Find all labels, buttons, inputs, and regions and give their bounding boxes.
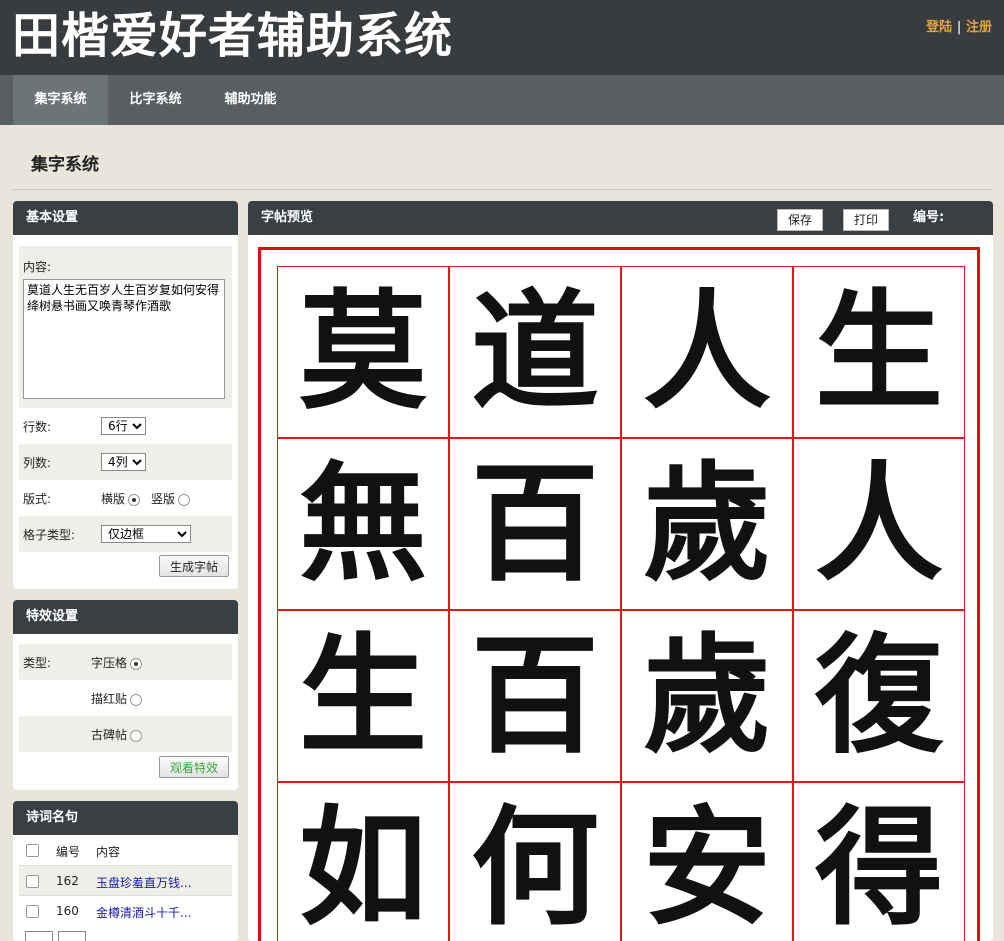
character-cell: 莫 (277, 266, 449, 438)
site-title: 田楷爱好者辅助系统 (12, 8, 454, 64)
effect-option-label: 描红贴 (91, 692, 128, 706)
main-nav: 集字系统 比字系统 辅助功能 (0, 75, 1004, 125)
effect-radio[interactable] (130, 693, 143, 706)
row-id: 162 (56, 874, 79, 888)
cols-row: 列数: 4列 (19, 444, 232, 480)
rows-label: 行数: (23, 420, 52, 434)
preview-header: 字帖预览 保存 打印 编号: (248, 201, 993, 235)
effect-radio[interactable] (130, 729, 143, 742)
layout-horizontal-radio[interactable] (128, 493, 141, 506)
layout-vertical-radio[interactable] (178, 493, 191, 506)
effect-option-trace[interactable]: 描红贴 (91, 690, 143, 707)
divider (13, 189, 993, 190)
effects-panel: 特效设置 类型: 字压格 描红贴 古碑帖 观看特效 (13, 600, 238, 790)
table-row: 160 金樽清酒斗十千... (19, 895, 232, 926)
content-textarea[interactable]: 莫道人生无百岁人生百岁复如何安得绛树悬书画又唤青琴作酒歌 (23, 279, 225, 399)
nav-item-compare[interactable]: 比字系统 (108, 75, 203, 125)
select-all-checkbox[interactable] (26, 844, 39, 857)
layout-row: 版式: 横版 竖版 (19, 480, 232, 516)
row-checkbox[interactable] (26, 905, 39, 918)
preview-panel: 字帖预览 保存 打印 编号: 莫道人生無百歲人生百歲復如何安得 (248, 201, 993, 941)
layout-horizontal-label: 横版 (101, 492, 126, 506)
pager-button[interactable] (58, 931, 86, 941)
character-cell: 歲 (621, 610, 793, 782)
panel-title: 基本设置 (13, 201, 238, 235)
rows-select[interactable]: 6行 (101, 417, 146, 435)
effect-option-label: 古碑帖 (91, 728, 128, 742)
grid-type-label: 格子类型: (23, 528, 76, 542)
layout-label: 版式: (23, 492, 52, 506)
character-cell: 歲 (621, 438, 793, 610)
auth-separator: | (956, 20, 962, 35)
save-button[interactable]: 保存 (777, 209, 823, 231)
view-effect-button[interactable]: 观看特效 (159, 756, 229, 778)
character-cell: 生 (277, 610, 449, 782)
row-checkbox[interactable] (26, 875, 39, 888)
poems-header-row: 编号 内容 (19, 835, 232, 865)
row-content-link[interactable]: 玉盘珍羞直万钱... (96, 874, 191, 891)
poems-panel: 诗词名句 编号 内容 162 玉盘珍羞直万钱... 160 金樽清酒斗十千... (13, 801, 238, 941)
login-link[interactable]: 登陆 (926, 20, 952, 35)
character-cell: 如 (277, 782, 449, 941)
grid-type-row: 格子类型: 仅边框 (19, 516, 232, 552)
pager-button[interactable] (25, 931, 53, 941)
number-label: 编号: (913, 210, 945, 225)
effect-row-3: 古碑帖 (19, 716, 232, 752)
register-link[interactable]: 注册 (966, 20, 992, 35)
character-cell: 安 (621, 782, 793, 941)
effect-row-2: 描红贴 (19, 680, 232, 716)
content-label: 内容: (23, 260, 52, 274)
generate-button[interactable]: 生成字帖 (159, 555, 229, 577)
print-button[interactable]: 打印 (843, 209, 889, 231)
grid-type-select[interactable]: 仅边框 (101, 525, 191, 543)
effect-type-label: 类型: (23, 656, 52, 670)
site-header: 田楷爱好者辅助系统 登陆 | 注册 (0, 0, 1004, 75)
table-row: 162 玉盘珍羞直万钱... (19, 865, 232, 896)
effect-row-1: 类型: 字压格 (19, 644, 232, 680)
row-id: 160 (56, 904, 79, 918)
character-cell: 道 (449, 266, 621, 438)
character-cell: 復 (793, 610, 965, 782)
copybook-sheet: 莫道人生無百歲人生百歲復如何安得 (258, 247, 980, 941)
effect-option-label: 字压格 (91, 656, 128, 670)
row-content-link[interactable]: 金樽清酒斗十千... (96, 904, 191, 921)
cols-label: 列数: (23, 456, 52, 470)
auth-links: 登陆 | 注册 (926, 16, 992, 35)
effect-radio[interactable] (130, 657, 143, 670)
panel-title: 特效设置 (13, 600, 238, 634)
nav-item-collect[interactable]: 集字系统 (13, 75, 108, 125)
character-cell: 無 (277, 438, 449, 610)
col-id-header: 编号 (56, 845, 81, 859)
layout-vertical-option[interactable]: 竖版 (151, 490, 191, 507)
effect-option-stele[interactable]: 古碑帖 (91, 726, 143, 743)
rows-row: 行数: 6行 (19, 408, 232, 444)
character-cell: 人 (793, 438, 965, 610)
character-cell: 得 (793, 782, 965, 941)
nav-item-assist[interactable]: 辅助功能 (203, 75, 298, 125)
character-cell: 人 (621, 266, 793, 438)
layout-horizontal-option[interactable]: 横版 (101, 490, 141, 507)
cols-select[interactable]: 4列 (101, 453, 146, 471)
layout-vertical-label: 竖版 (151, 492, 176, 506)
basic-settings-panel: 基本设置 内容: 莫道人生无百岁人生百岁复如何安得绛树悬书画又唤青琴作酒歌 行数… (13, 201, 238, 589)
character-cell: 何 (449, 782, 621, 941)
panel-title: 字帖预览 (261, 210, 314, 225)
character-cell: 生 (793, 266, 965, 438)
panel-title: 诗词名句 (13, 801, 238, 835)
col-content-header: 内容 (96, 845, 121, 859)
effect-option-press[interactable]: 字压格 (91, 654, 143, 671)
page-title: 集字系统 (31, 155, 99, 175)
character-cell: 百 (449, 610, 621, 782)
character-cell: 百 (449, 438, 621, 610)
